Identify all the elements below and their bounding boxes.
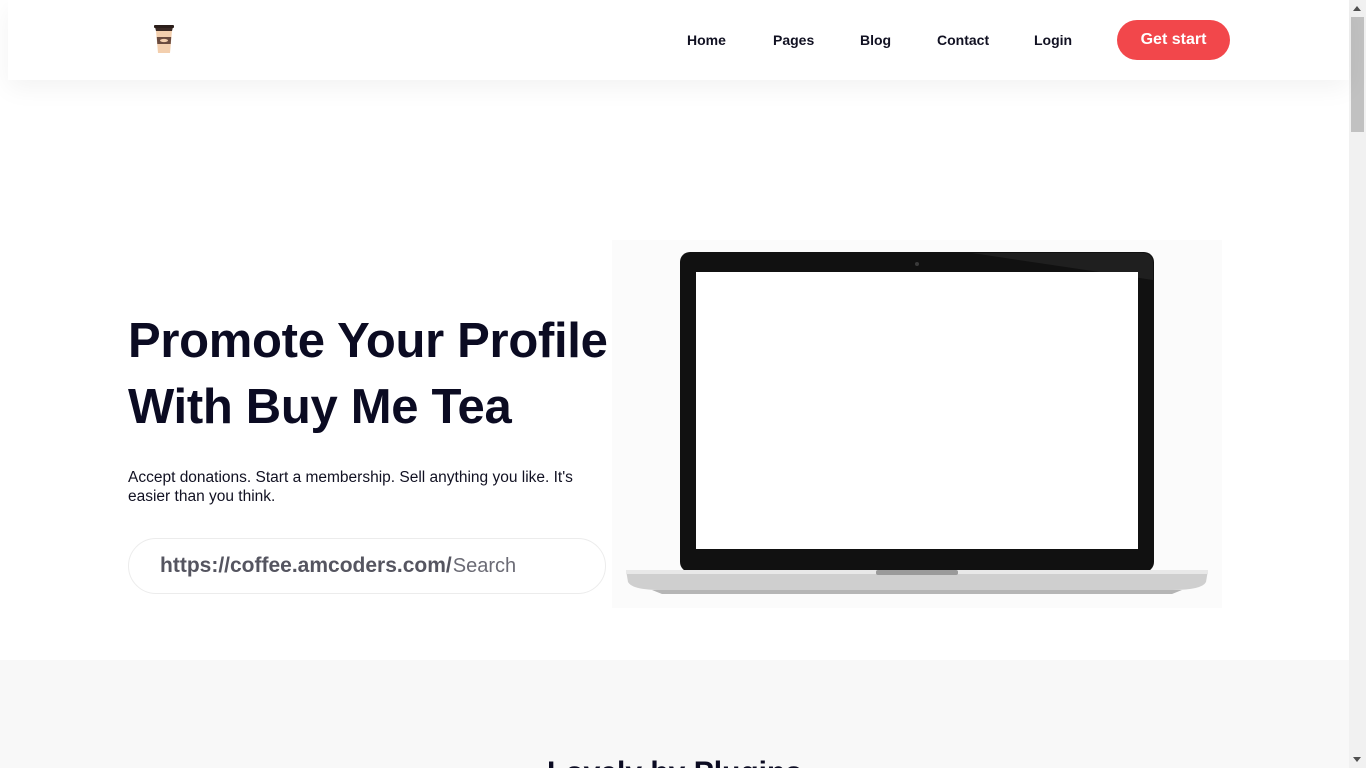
laptop-illustration — [612, 240, 1222, 608]
hero-title-line1: Promote Your Profile — [128, 314, 608, 368]
site-header: Home Pages Blog Contact Login Get start — [8, 0, 1349, 80]
scrollbar-thumb[interactable] — [1351, 17, 1364, 132]
profile-url-search[interactable]: https://coffee.amcoders.com/ — [128, 538, 606, 594]
url-prefix: https://coffee.amcoders.com/ — [160, 554, 452, 577]
hero-subtitle: Accept donations. Start a membership. Se… — [128, 469, 573, 505]
plugins-section-title: Lovely by Plugins — [0, 756, 1349, 768]
page-scrollbar[interactable] — [1349, 0, 1366, 768]
plugins-section — [0, 660, 1349, 768]
nav-pages[interactable]: Pages — [773, 32, 814, 48]
nav-login[interactable]: Login — [1034, 32, 1072, 48]
coffee-cup-icon[interactable] — [145, 20, 183, 60]
search-input[interactable] — [451, 554, 582, 578]
nav-blog[interactable]: Blog — [860, 32, 891, 48]
scroll-down-icon[interactable] — [1353, 757, 1361, 762]
nav-contact[interactable]: Contact — [937, 32, 989, 48]
hero-title-line2: With Buy Me Tea — [128, 380, 512, 434]
scroll-up-icon[interactable] — [1353, 6, 1361, 11]
nav-home[interactable]: Home — [687, 32, 726, 48]
get-start-button[interactable]: Get start — [1117, 20, 1230, 60]
hero-title: Promote Your Profile With Buy Me Tea — [128, 308, 628, 440]
